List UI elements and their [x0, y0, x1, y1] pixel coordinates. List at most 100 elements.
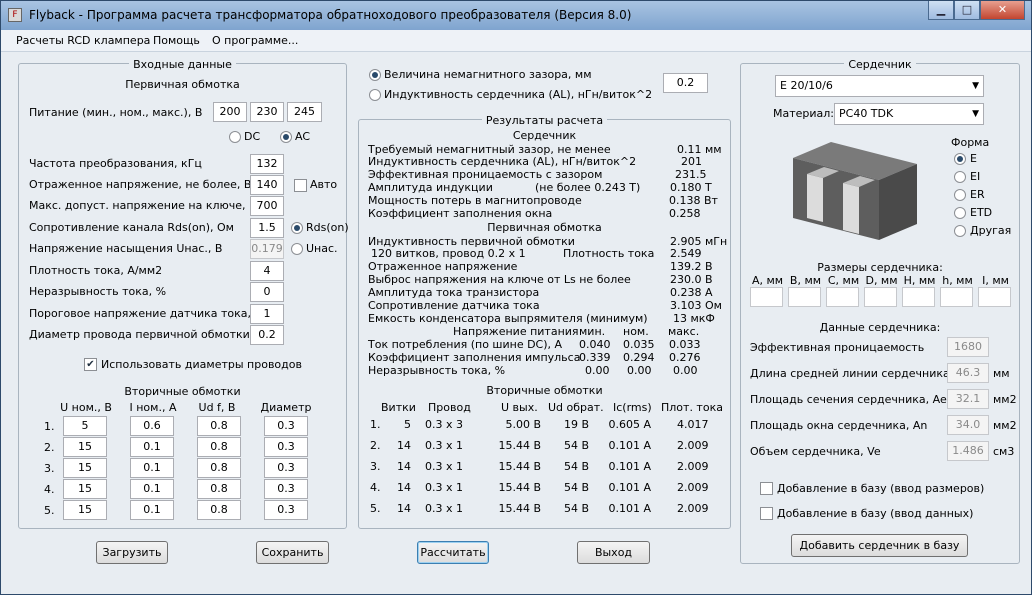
shape-other-label: Другая — [970, 224, 1012, 237]
mean-length-field[interactable]: 46.3 — [947, 363, 989, 383]
secondary-u-input[interactable]: 15 — [63, 500, 107, 520]
reflected-voltage-input[interactable]: 140 — [250, 175, 284, 195]
freq-input[interactable]: 132 — [250, 154, 284, 174]
max-switch-voltage-input[interactable]: 700 — [250, 196, 284, 216]
secondary-diameter-input[interactable]: 0.3 — [264, 479, 308, 499]
secondary-col-u: U ном., В — [60, 401, 112, 414]
effective-permeability-label: Эффективная проницаемость — [750, 341, 925, 354]
size-c-input[interactable] — [826, 287, 859, 307]
result-duty-cycle-max: 0.276 — [669, 351, 701, 364]
shape-ei-radio[interactable] — [954, 171, 966, 183]
size-h-upper-input[interactable] — [902, 287, 935, 307]
secondary-col-i: I ном., А — [129, 401, 177, 414]
secondary-i-input[interactable]: 0.1 — [130, 500, 174, 520]
main-window: F Flyback - Программа расчета трансформа… — [0, 0, 1032, 595]
row-ic-rms: 0.101 А — [608, 502, 651, 515]
gap-radio[interactable] — [369, 69, 381, 81]
secondary-ud-input[interactable]: 0.8 — [197, 458, 241, 478]
row-turns: 5 — [404, 418, 411, 431]
row-wire: 0.3 х 1 — [425, 481, 463, 494]
size-h-lower-input[interactable] — [940, 287, 973, 307]
size-a-input[interactable] — [750, 287, 783, 307]
primary-wire-diameter-label: Диаметр провода первичной обмотки — [29, 328, 250, 341]
continuity-input[interactable]: 0 — [250, 282, 284, 302]
minimize-button[interactable]: ▁ — [928, 1, 954, 20]
material-select[interactable]: PC40 TDK ▼ — [834, 103, 984, 125]
effective-permeability-field[interactable]: 1680 — [947, 337, 989, 357]
add-core-button[interactable]: Добавить сердечник в базу — [791, 534, 968, 557]
supply-max-input[interactable]: 245 — [287, 102, 322, 122]
auto-checkbox[interactable] — [294, 179, 307, 192]
size-d-input[interactable] — [864, 287, 897, 307]
secondary-ud-input[interactable]: 0.8 — [197, 479, 241, 499]
row-u-out: 15.44 В — [498, 481, 541, 494]
u-sat-radio[interactable] — [291, 243, 303, 255]
load-button[interactable]: Загрузить — [96, 541, 168, 564]
secondary-u-input[interactable]: 15 — [63, 479, 107, 499]
results-primary-heading: Первичная обмотка — [487, 221, 602, 234]
row-number: 4. — [370, 481, 381, 494]
primary-wire-diameter-input[interactable]: 0.2 — [250, 325, 284, 345]
maximize-button[interactable]: □ — [954, 1, 980, 20]
add-data-checkbox[interactable] — [760, 507, 773, 520]
rds-input[interactable]: 1.5 — [250, 218, 284, 238]
core-select[interactable]: E 20/10/6 ▼ — [775, 75, 984, 97]
sensor-threshold-input[interactable]: 1 — [250, 304, 284, 324]
row-u-out: 15.44 В — [498, 439, 541, 452]
exit-button[interactable]: Выход — [577, 541, 650, 564]
secondary-ud-input[interactable]: 0.8 — [197, 500, 241, 520]
secondary-u-input[interactable]: 15 — [63, 458, 107, 478]
al-radio[interactable] — [369, 89, 381, 101]
window-area-field[interactable]: 34.0 — [947, 415, 989, 435]
save-button[interactable]: Сохранить — [256, 541, 329, 564]
cross-section-field[interactable]: 32.1 — [947, 389, 989, 409]
secondary-i-input[interactable]: 0.1 — [130, 458, 174, 478]
menu-about[interactable]: О программе... — [212, 34, 298, 47]
ac-radio[interactable] — [280, 131, 292, 143]
size-i-input[interactable] — [978, 287, 1011, 307]
shape-e-radio[interactable] — [954, 153, 966, 165]
shape-etd-radio[interactable] — [954, 207, 966, 219]
row-number: 2. — [370, 439, 381, 452]
supply-min-input[interactable]: 200 — [213, 102, 247, 122]
calculate-button[interactable]: Рассчитать — [417, 541, 489, 564]
gap-value-input[interactable]: 0.2 — [663, 73, 708, 93]
secondary-i-input[interactable]: 0.1 — [130, 479, 174, 499]
secondary-diameter-input[interactable]: 0.3 — [264, 458, 308, 478]
dc-radio[interactable] — [229, 131, 241, 143]
secondary-i-input[interactable]: 0.1 — [130, 437, 174, 457]
shape-other-radio[interactable] — [954, 225, 966, 237]
u-sat-label: Uнас. — [306, 242, 338, 255]
secondary-u-input[interactable]: 15 — [63, 437, 107, 457]
secondary-ud-input[interactable]: 0.8 — [197, 416, 241, 436]
close-button[interactable]: ✕ — [980, 1, 1025, 20]
secondary-u-input[interactable]: 5 — [63, 416, 107, 436]
menu-rcd-clamper[interactable]: Расчеты RCD клампера — [16, 34, 150, 47]
shape-er-radio[interactable] — [954, 189, 966, 201]
secondary-diameter-input[interactable]: 0.3 — [264, 500, 308, 520]
size-col-a: A, мм — [751, 274, 784, 287]
result-reflected-voltage-label: Отраженное напряжение — [368, 260, 518, 273]
secondary-ud-input[interactable]: 0.8 — [197, 437, 241, 457]
shape-er-label: ER — [970, 188, 985, 201]
row-density: 4.017 — [677, 418, 709, 431]
secondary-diameter-input[interactable]: 0.3 — [264, 416, 308, 436]
result-al-value: 201 — [681, 155, 702, 168]
secondary-i-input[interactable]: 0.6 — [130, 416, 174, 436]
supply-nom-input[interactable]: 230 — [250, 102, 284, 122]
results-core-heading: Сердечник — [512, 129, 577, 142]
current-density-input[interactable]: 4 — [250, 261, 284, 281]
secondary-heading: Вторичные обмотки — [124, 385, 241, 398]
rds-on-radio[interactable] — [291, 222, 303, 234]
result-al-label: Индуктивность сердечника (AL), нГн/виток… — [368, 155, 637, 168]
secondary-diameter-input[interactable]: 0.3 — [264, 437, 308, 457]
core-volume-field[interactable]: 1.486 — [947, 441, 989, 461]
menu-help[interactable]: Помощь — [153, 34, 200, 47]
use-diameters-checkbox[interactable]: ✔ — [84, 358, 97, 371]
results-heading: Результаты расчета — [481, 114, 608, 127]
result-dc-current-nom: 0.035 — [623, 338, 655, 351]
add-sizes-checkbox[interactable] — [760, 482, 773, 495]
result-induction-label: Амплитуда индукции — [368, 181, 493, 194]
saturation-voltage-input[interactable]: 0.179 — [250, 239, 284, 259]
size-b-input[interactable] — [788, 287, 821, 307]
